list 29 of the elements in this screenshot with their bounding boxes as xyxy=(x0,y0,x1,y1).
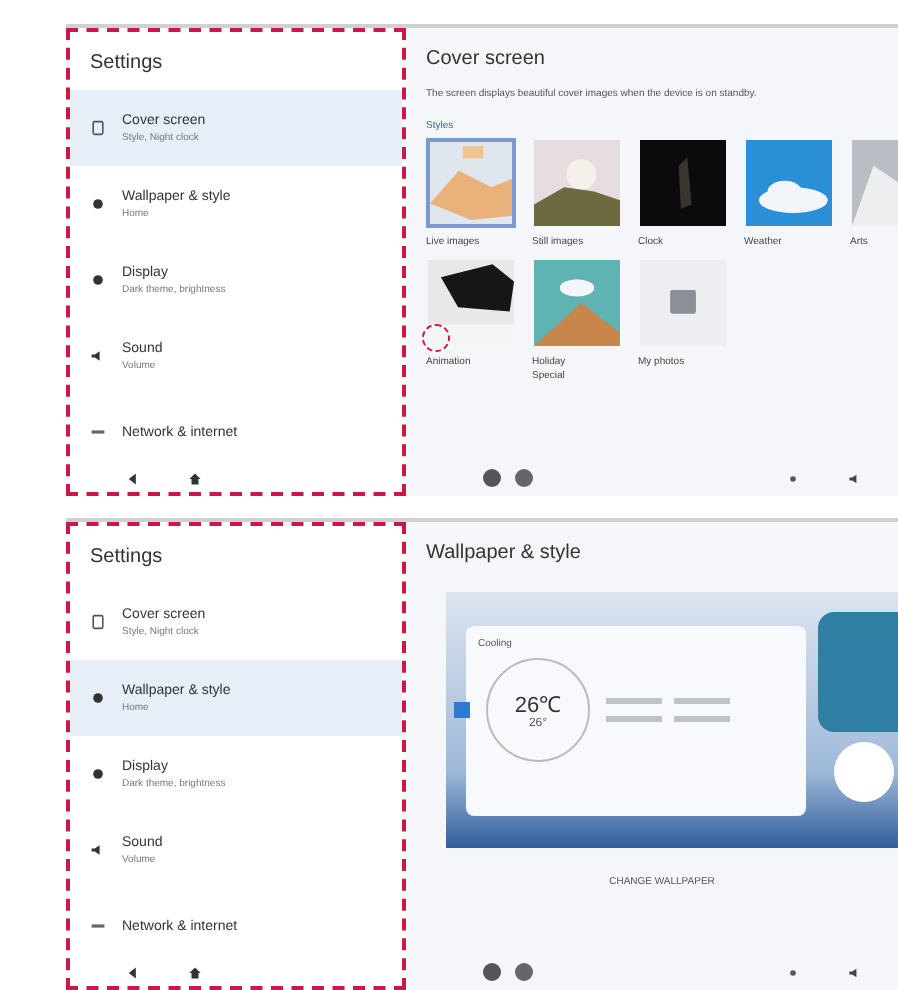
page-title: Wallpaper & style xyxy=(426,542,583,564)
temperature: 26℃ xyxy=(514,692,562,718)
speaker-icon[interactable] xyxy=(848,965,862,979)
style-thumbnail[interactable] xyxy=(426,137,516,227)
circle-icon[interactable] xyxy=(482,468,502,488)
circle-icon[interactable] xyxy=(482,962,502,982)
style-thumbnail[interactable] xyxy=(532,137,622,227)
back-icon[interactable] xyxy=(126,966,140,980)
style-thumbnail[interactable] xyxy=(532,257,622,347)
speaker-icon[interactable] xyxy=(848,471,862,485)
phone-icon xyxy=(90,120,106,136)
mode-square xyxy=(454,701,470,717)
home-icon[interactable] xyxy=(188,472,202,486)
back-icon[interactable] xyxy=(126,472,140,486)
circle-icon[interactable] xyxy=(514,962,534,982)
page-title: Cover screen xyxy=(426,48,547,70)
circle-icon[interactable] xyxy=(514,468,534,488)
side-panel xyxy=(818,612,898,732)
highlight-circle xyxy=(422,323,450,351)
sidebar-title: Settings xyxy=(88,50,165,78)
style-thumbnail[interactable] xyxy=(638,137,728,227)
clock-dial xyxy=(834,742,894,802)
home-icon[interactable] xyxy=(188,966,202,980)
style-thumbnail[interactable] xyxy=(744,137,834,227)
style-thumbnail[interactable] xyxy=(638,257,728,347)
sidebar-title: Settings xyxy=(88,544,165,572)
style-thumbnail[interactable] xyxy=(426,257,516,347)
phone-icon xyxy=(90,614,106,630)
stats-drawing xyxy=(606,697,730,721)
